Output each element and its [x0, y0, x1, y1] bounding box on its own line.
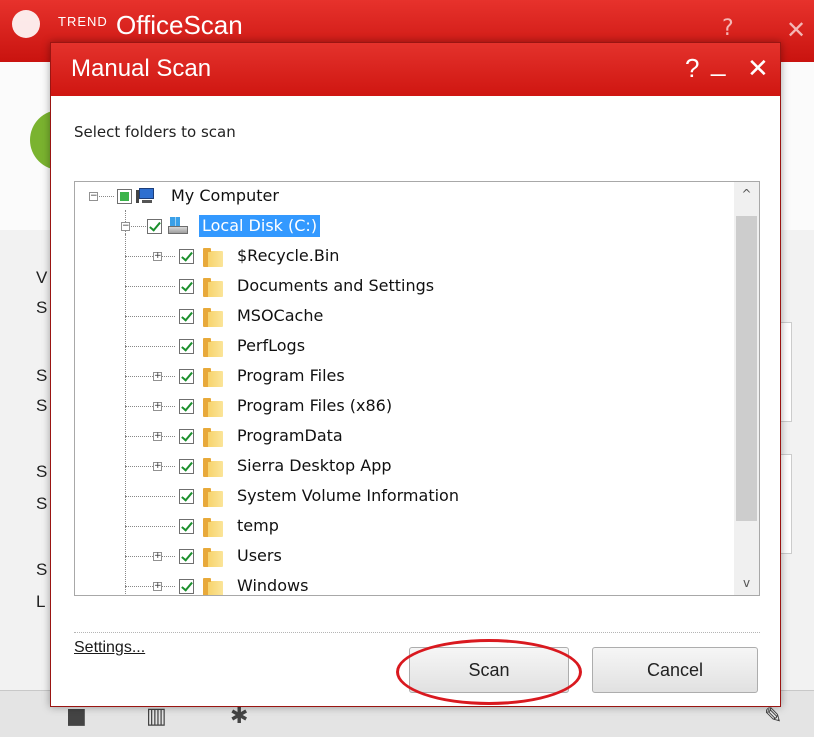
checkbox-my-computer[interactable] [117, 189, 132, 204]
help-button[interactable]: ? [685, 53, 699, 84]
manual-scan-dialog: Manual Scan ? _ ✕ Select folders to scan… [50, 42, 781, 707]
main-help-button[interactable]: ? [722, 16, 734, 41]
partial-text: S [36, 366, 48, 385]
folder-checkbox[interactable] [179, 429, 194, 444]
tree-label-folder: Program Files (x86) [237, 396, 393, 415]
folder-tree-viewport: − My Computer − Local Disk (C:) +$Recyc [75, 182, 734, 595]
instruction-text: Select folders to scan [74, 123, 236, 141]
tree-row-folder[interactable]: + Users [75, 542, 734, 570]
tree-label-folder: ProgramData [237, 426, 343, 445]
folder-icon [203, 458, 223, 477]
folder-icon [203, 488, 223, 507]
partial-text: S [36, 494, 48, 513]
folder-checkbox[interactable] [179, 309, 194, 324]
scroll-down-arrow-icon[interactable]: v [734, 571, 759, 595]
tree-label-folder: Windows [237, 576, 309, 595]
tree-label-folder: Sierra Desktop App [237, 456, 392, 475]
folder-checkbox[interactable] [179, 369, 194, 384]
folder-checkbox[interactable] [179, 249, 194, 264]
folder-checkbox[interactable] [179, 579, 194, 594]
tree-label-local-disk: Local Disk (C:) [199, 215, 321, 237]
tree-row-folder[interactable]: MSOCache [75, 302, 734, 330]
folder-checkbox[interactable] [179, 399, 194, 414]
trend-micro-logo-icon [12, 10, 40, 38]
tree-row-folder[interactable]: + Windows [75, 572, 734, 595]
logs-icon[interactable]: ▥ [146, 704, 167, 729]
tree-label-folder: Users [237, 546, 282, 565]
folder-tree[interactable]: − My Computer − Local Disk (C:) +$Recyc [74, 181, 760, 596]
info-icon[interactable]: ■ [66, 704, 87, 729]
tree-label-folder: Program Files [237, 366, 345, 385]
tree-label-folder: PerfLogs [237, 336, 306, 355]
computer-icon [136, 188, 156, 204]
folder-checkbox[interactable] [179, 459, 194, 474]
partial-text: V [36, 268, 48, 287]
folder-checkbox[interactable] [179, 279, 194, 294]
scan-button[interactable]: Scan [409, 647, 569, 693]
tree-row-my-computer[interactable]: − My Computer [75, 182, 734, 210]
expand-toggle-icon[interactable]: + [153, 552, 162, 561]
tree-label-my-computer: My Computer [171, 186, 279, 205]
dialog-titlebar: Manual Scan ? _ ✕ [51, 43, 780, 96]
minimize-button[interactable]: _ [711, 47, 725, 78]
expand-toggle-icon[interactable]: + [153, 582, 162, 591]
product-title: OfficeScan [116, 10, 243, 40]
vertical-scrollbar[interactable]: ^ v [734, 182, 759, 595]
disk-icon [168, 217, 188, 235]
main-close-button[interactable]: ✕ [786, 16, 806, 44]
partial-text: S [36, 298, 48, 317]
tree-row-folder[interactable]: + Program Files [75, 362, 734, 390]
folder-icon [203, 278, 223, 297]
tree-row-local-disk[interactable]: − Local Disk (C:) [75, 212, 734, 240]
scrollbar-thumb[interactable] [736, 216, 757, 521]
expand-toggle-icon[interactable]: + [153, 252, 162, 261]
scroll-up-arrow-icon[interactable]: ^ [734, 182, 759, 206]
network-status-icon: ✎ [764, 704, 783, 729]
tree-row-folder[interactable]: PerfLogs [75, 332, 734, 360]
cancel-button[interactable]: Cancel [592, 647, 758, 693]
folder-icon [203, 338, 223, 357]
expand-toggle-icon[interactable]: + [153, 372, 162, 381]
tree-row-folder[interactable]: + ProgramData [75, 422, 734, 450]
settings-link[interactable]: Settings... [74, 639, 145, 657]
folder-icon [203, 368, 223, 387]
tree-row-folder[interactable]: + Program Files (x86) [75, 392, 734, 420]
expand-toggle-icon[interactable]: + [153, 462, 162, 471]
folder-icon [203, 428, 223, 447]
partial-text: S [36, 462, 48, 481]
folder-icon [203, 548, 223, 567]
folder-icon [203, 518, 223, 537]
partial-text: S [36, 560, 48, 579]
tree-row-folder[interactable]: + $Recycle.Bin [75, 242, 734, 270]
tree-label-folder: $Recycle.Bin [237, 246, 340, 265]
tree-row-folder[interactable]: System Volume Information [75, 482, 734, 510]
folder-icon [203, 248, 223, 267]
folder-icon [203, 578, 223, 595]
close-button[interactable]: ✕ [747, 53, 769, 84]
brand-label: TREND [58, 14, 108, 29]
tree-label-folder: Documents and Settings [237, 276, 435, 295]
checkbox-local-disk[interactable] [147, 219, 162, 234]
collapse-toggle-icon[interactable]: − [121, 222, 130, 231]
dialog-title: Manual Scan [71, 55, 212, 82]
folder-icon [203, 398, 223, 417]
folder-checkbox[interactable] [179, 519, 194, 534]
expand-toggle-icon[interactable]: + [153, 432, 162, 441]
folder-icon [203, 308, 223, 327]
tree-row-folder[interactable]: temp [75, 512, 734, 540]
partial-text: L [36, 592, 46, 611]
tree-row-folder[interactable]: + Sierra Desktop App [75, 452, 734, 480]
tree-label-folder: MSOCache [237, 306, 324, 325]
folder-checkbox[interactable] [179, 339, 194, 354]
tree-label-folder: System Volume Information [237, 486, 459, 505]
folder-checkbox[interactable] [179, 489, 194, 504]
partial-text: S [36, 396, 48, 415]
expand-toggle-icon[interactable]: + [153, 402, 162, 411]
gear-icon[interactable]: ✱ [230, 704, 248, 729]
tree-row-folder[interactable]: Documents and Settings [75, 272, 734, 300]
folder-checkbox[interactable] [179, 549, 194, 564]
footer-divider [74, 632, 760, 633]
tree-label-folder: temp [237, 516, 279, 535]
collapse-toggle-icon[interactable]: − [89, 192, 98, 201]
